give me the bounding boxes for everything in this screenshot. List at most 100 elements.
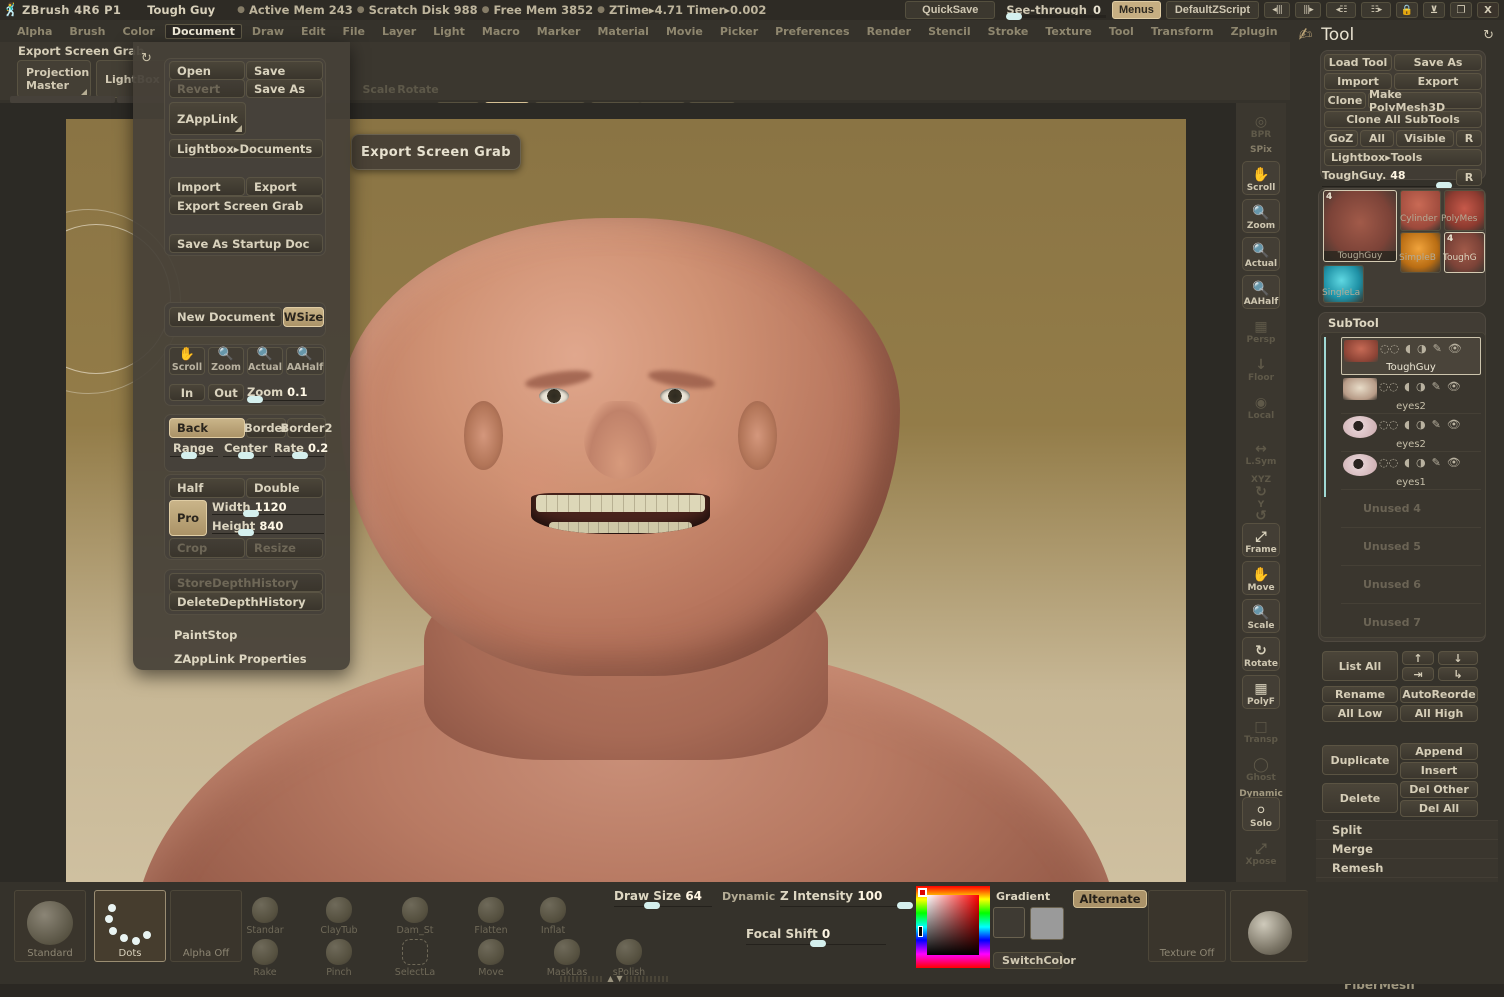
scroll-bar-right[interactable] bbox=[625, 975, 670, 982]
zscript-prev-icon[interactable]: ◂||| bbox=[1264, 2, 1290, 18]
list-all-button[interactable]: List All bbox=[1322, 651, 1398, 681]
lock-icon[interactable]: 🔒 bbox=[1396, 2, 1418, 18]
z-intensity-track[interactable] bbox=[780, 906, 913, 907]
material-slot[interactable] bbox=[1230, 890, 1308, 962]
store-depth-history-button[interactable]: StoreDepthHistory bbox=[169, 573, 323, 592]
zapplink-button[interactable]: ZAppLink bbox=[169, 102, 246, 135]
scroll-view-button[interactable]: ✋ Scroll bbox=[169, 347, 205, 375]
resize-button[interactable]: Resize bbox=[246, 538, 323, 558]
subtool-move-down-button[interactable]: ↓ bbox=[1438, 651, 1478, 665]
delete-button[interactable]: Delete bbox=[1322, 783, 1398, 813]
duplicate-button[interactable]: Duplicate bbox=[1322, 745, 1398, 775]
menu-item-draw[interactable]: Draw bbox=[245, 24, 291, 39]
subtool-row-icons[interactable]: ◌◌ ◖ ◑ ✎ 👁 bbox=[1379, 456, 1461, 469]
color-picker-marker[interactable] bbox=[918, 888, 927, 897]
draw-size-knob[interactable] bbox=[644, 902, 660, 909]
crop-button[interactable]: Crop bbox=[169, 538, 245, 558]
border2-button[interactable]: Border2 bbox=[280, 418, 333, 438]
brush-spolish[interactable]: sPolish bbox=[610, 932, 648, 978]
shelf-zoom-button[interactable]: 🔍 Zoom bbox=[1242, 199, 1280, 233]
subtool-row-eyes2-b[interactable]: ◌◌ ◖ ◑ ✎ 👁 eyes2 bbox=[1341, 414, 1481, 452]
eye-icon[interactable]: 👁 bbox=[1447, 380, 1461, 393]
secondary-color-swatch[interactable] bbox=[1030, 907, 1064, 940]
tool-thumb-cylinder[interactable] bbox=[1400, 190, 1441, 231]
tool-name-slider[interactable]: ToughGuy. 48 bbox=[1322, 169, 1406, 182]
shelf-transp-button[interactable]: □ Transp bbox=[1242, 713, 1280, 747]
menu-item-render[interactable]: Render bbox=[860, 24, 919, 39]
shelf-aahalf-button[interactable]: 🔍 AAHalf bbox=[1242, 275, 1280, 309]
subtool-row-unused-6[interactable]: Unused 6 bbox=[1341, 566, 1481, 604]
brush-rake[interactable]: Rake bbox=[246, 932, 284, 978]
canvas-horizontal-scroll[interactable]: ▲ ▼ bbox=[560, 974, 670, 983]
menu-item-file[interactable]: File bbox=[335, 24, 372, 39]
draw-size-track[interactable] bbox=[614, 906, 712, 907]
default-zscript-button[interactable]: DefaultZScript bbox=[1165, 1, 1259, 19]
menu-item-transform[interactable]: Transform bbox=[1144, 24, 1221, 39]
contrast-icon[interactable]: ◑ bbox=[1417, 342, 1427, 355]
half-button[interactable]: Half bbox=[169, 478, 245, 498]
focal-shift-knob[interactable] bbox=[810, 940, 826, 947]
brush-standard[interactable]: Standar bbox=[246, 890, 284, 936]
wsize-button[interactable]: WSize bbox=[283, 307, 324, 327]
zscript-next-icon[interactable]: |||▸ bbox=[1295, 2, 1321, 18]
spix-label[interactable]: SPix bbox=[1236, 145, 1286, 155]
visibility-toggle-icon[interactable]: ◌◌ bbox=[1379, 418, 1398, 431]
texture-slot[interactable]: Texture Off bbox=[1148, 890, 1226, 962]
color-picker[interactable] bbox=[916, 886, 990, 968]
subtool-move-out-button[interactable]: ↳ bbox=[1438, 667, 1478, 681]
subtool-split-item[interactable]: Split bbox=[1316, 820, 1498, 839]
restore-button[interactable]: ❐ bbox=[1450, 2, 1472, 18]
color-picker-field[interactable] bbox=[927, 895, 979, 955]
menu-item-tool[interactable]: Tool bbox=[1102, 24, 1141, 39]
quicksave-button[interactable]: QuickSave bbox=[905, 1, 996, 19]
subtool-list[interactable]: ◌◌ ◖ ◑ ✎ 👁 ToughGuy ◌◌ ◖ ◑ ✎ 👁 eyes2 ◌◌ bbox=[1320, 332, 1486, 638]
autoreorder-button[interactable]: AutoReorde bbox=[1400, 686, 1478, 703]
menu-item-brush[interactable]: Brush bbox=[62, 24, 112, 39]
menu-item-alpha[interactable]: Alpha bbox=[10, 24, 59, 39]
scroll-down-icon[interactable]: ▼ bbox=[617, 974, 623, 983]
halfmoon-icon[interactable]: ◖ bbox=[1404, 456, 1410, 469]
shelf-solo-button[interactable]: ⚪ Solo bbox=[1242, 797, 1280, 831]
eye-icon[interactable]: 👁 bbox=[1447, 418, 1461, 431]
zoom-slider-knob[interactable] bbox=[247, 396, 263, 403]
zoom-in-button[interactable]: In bbox=[169, 384, 205, 401]
shelf-move-button[interactable]: ✋ Move bbox=[1242, 561, 1280, 595]
rename-button[interactable]: Rename bbox=[1322, 686, 1398, 703]
paintbrush-icon[interactable]: ✎ bbox=[1432, 456, 1441, 469]
import-button[interactable]: Import bbox=[169, 177, 245, 196]
zapplink-properties-button[interactable]: ZAppLink Properties bbox=[174, 652, 307, 666]
halfmoon-icon[interactable]: ◖ bbox=[1404, 418, 1410, 431]
center-slider-knob[interactable] bbox=[238, 452, 254, 459]
height-slider-knob[interactable] bbox=[238, 529, 254, 536]
aahalf-view-button[interactable]: 🔍 AAHalf bbox=[286, 347, 324, 375]
export-button[interactable]: Export bbox=[246, 177, 323, 196]
rate-slider-knob[interactable] bbox=[292, 452, 308, 459]
contrast-icon[interactable]: ◑ bbox=[1416, 380, 1426, 393]
double-button[interactable]: Double bbox=[246, 478, 323, 498]
palette-collapse-left-icon[interactable]: ◂☷ bbox=[1326, 2, 1356, 18]
menus-button[interactable]: Menus bbox=[1111, 1, 1161, 19]
brush-masklasso[interactable]: MaskLas bbox=[547, 932, 587, 978]
width-slider-knob[interactable] bbox=[243, 510, 259, 517]
insert-button[interactable]: Insert bbox=[1400, 762, 1478, 779]
subtool-row-unused-5[interactable]: Unused 5 bbox=[1341, 528, 1481, 566]
menu-item-document[interactable]: Document bbox=[164, 23, 242, 39]
shelf-scroll-button[interactable]: ✋ Scroll bbox=[1242, 161, 1280, 195]
tool-name-slider-track[interactable] bbox=[1322, 186, 1452, 187]
export-screen-grab-button[interactable]: Export Screen Grab bbox=[169, 196, 323, 215]
eye-icon[interactable]: 👁 bbox=[1448, 342, 1462, 355]
clone-button[interactable]: Clone bbox=[1324, 92, 1366, 109]
dynamic-toggle[interactable]: Dynamic bbox=[722, 890, 775, 903]
revert-button[interactable]: Revert bbox=[169, 79, 245, 98]
goz-button[interactable]: GoZ bbox=[1324, 130, 1358, 147]
tool-thumb-polymesh[interactable] bbox=[1444, 190, 1485, 231]
brush-pinch[interactable]: Pinch bbox=[320, 932, 358, 978]
make-polymesh3d-button[interactable]: Make PolyMesh3D bbox=[1368, 88, 1482, 114]
paintbrush-icon[interactable]: ✎ bbox=[1432, 380, 1441, 393]
del-all-button[interactable]: Del All bbox=[1400, 800, 1478, 817]
visibility-toggle-icon[interactable]: ◌◌ bbox=[1380, 342, 1399, 355]
menu-item-macro[interactable]: Macro bbox=[475, 24, 527, 39]
minimize-button[interactable]: ⊻ bbox=[1423, 2, 1445, 18]
menu-item-marker[interactable]: Marker bbox=[530, 24, 588, 39]
save-as-startup-doc-button[interactable]: Save As Startup Doc bbox=[169, 234, 323, 253]
